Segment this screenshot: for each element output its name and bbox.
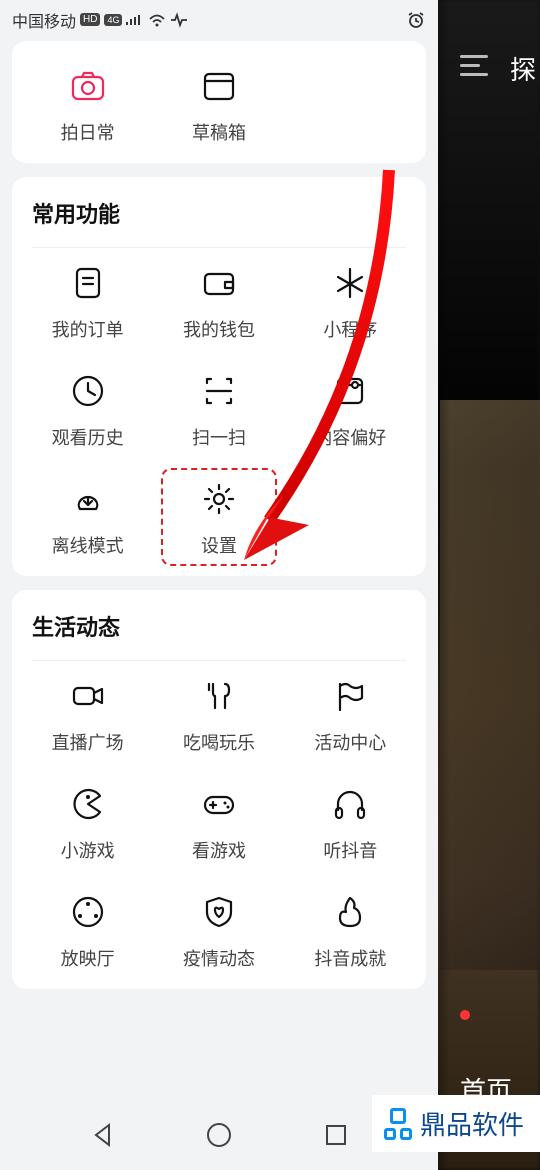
pref-icon: [329, 370, 371, 412]
alarm-icon: [406, 11, 426, 29]
watermark: 鼎品软件: [372, 1095, 540, 1152]
daily-shoot-button[interactable]: 拍日常: [22, 65, 153, 145]
item-label: 我的订单: [52, 316, 124, 342]
item-label: 直播广场: [52, 729, 124, 755]
livecam-icon: [67, 675, 109, 717]
network-badge: 4G: [104, 14, 122, 26]
item-label: 小程序: [323, 316, 377, 342]
annotation-highlight: [161, 468, 276, 566]
mini-app-button[interactable]: 小程序: [285, 262, 416, 342]
quick-actions-card: 拍日常 草稿箱: [12, 41, 426, 163]
signal-icon: [126, 13, 144, 27]
common-functions-card: 常用功能 我的订单 我的钱包 小程序 观看历史 扫一扫: [12, 177, 426, 576]
achievements-button[interactable]: 抖音成就: [285, 891, 416, 971]
item-label: 疫情动态: [183, 945, 255, 971]
food-fun-button[interactable]: 吃喝玩乐: [153, 675, 284, 755]
listen-douyin-button[interactable]: 听抖音: [285, 783, 416, 863]
item-label: 扫一扫: [192, 424, 246, 450]
section-title: 生活动态: [22, 610, 416, 660]
watch-history-button[interactable]: 观看历史: [22, 370, 153, 450]
watermark-logo-icon: [384, 1108, 412, 1140]
flag-icon: [329, 675, 371, 717]
offline-mode-button[interactable]: 离线模式: [22, 478, 153, 558]
activity-center-button[interactable]: 活动中心: [285, 675, 416, 755]
divider: [32, 247, 406, 248]
status-bar: 中国移动 HD 4G: [0, 0, 438, 35]
offline-icon: [67, 478, 109, 520]
content-pref-button[interactable]: 内容偏好: [285, 370, 416, 450]
item-label: 听抖音: [323, 837, 377, 863]
scan-button[interactable]: 扫一扫: [153, 370, 284, 450]
item-label: 我的钱包: [183, 316, 255, 342]
live-square-button[interactable]: 直播广场: [22, 675, 153, 755]
side-panel: 中国移动 HD 4G 拍日常 草稿箱 常用功能: [0, 0, 438, 1170]
fire-icon: [329, 891, 371, 933]
headphones-icon: [329, 783, 371, 825]
background-video-blur: [440, 400, 540, 970]
item-label: 拍日常: [61, 119, 115, 145]
item-label: 小游戏: [61, 837, 115, 863]
wallet-icon: [198, 262, 240, 304]
background-tab-explore[interactable]: 探: [510, 50, 536, 87]
divider: [32, 660, 406, 661]
panel-shadow: [438, 0, 450, 1170]
history-icon: [67, 370, 109, 412]
my-wallet-button[interactable]: 我的钱包: [153, 262, 284, 342]
shield-heart-icon: [198, 891, 240, 933]
my-orders-button[interactable]: 我的订单: [22, 262, 153, 342]
item-label: 放映厅: [61, 945, 115, 971]
mini-games-button[interactable]: 小游戏: [22, 783, 153, 863]
item-label: 吃喝玩乐: [183, 729, 255, 755]
item-label: 草稿箱: [192, 119, 246, 145]
nav-recent-button[interactable]: [323, 1122, 349, 1148]
item-label: 观看历史: [52, 424, 124, 450]
drafts-icon: [198, 65, 240, 107]
cinema-button[interactable]: 放映厅: [22, 891, 153, 971]
hamburger-icon[interactable]: [460, 55, 488, 76]
wifi-icon: [148, 13, 166, 27]
fork-icon: [198, 675, 240, 717]
camera-icon: [67, 65, 109, 107]
item-label: 活动中心: [314, 729, 386, 755]
drafts-button[interactable]: 草稿箱: [153, 65, 284, 145]
carrier-label: 中国移动: [12, 8, 76, 32]
item-label: 离线模式: [52, 532, 124, 558]
watch-games-button[interactable]: 看游戏: [153, 783, 284, 863]
settings-button[interactable]: 设置: [153, 478, 284, 558]
film-icon: [67, 891, 109, 933]
orders-icon: [67, 262, 109, 304]
nav-home-button[interactable]: [205, 1121, 233, 1149]
nav-back-button[interactable]: [90, 1122, 116, 1148]
item-label: 抖音成就: [314, 945, 386, 971]
miniapp-icon: [329, 262, 371, 304]
item-label: 内容偏好: [314, 424, 386, 450]
covid-news-button[interactable]: 疫情动态: [153, 891, 284, 971]
gamepad-icon: [198, 783, 240, 825]
heart-rate-icon: [170, 12, 188, 28]
pacman-icon: [67, 783, 109, 825]
section-title: 常用功能: [22, 197, 416, 247]
life-section-card: 生活动态 直播广场 吃喝玩乐 活动中心 小游戏 看游戏: [12, 590, 426, 989]
scan-icon: [198, 370, 240, 412]
hd-badge: HD: [80, 13, 100, 26]
notification-dot: [460, 1010, 470, 1020]
watermark-text: 鼎品软件: [420, 1105, 524, 1142]
item-label: 看游戏: [192, 837, 246, 863]
